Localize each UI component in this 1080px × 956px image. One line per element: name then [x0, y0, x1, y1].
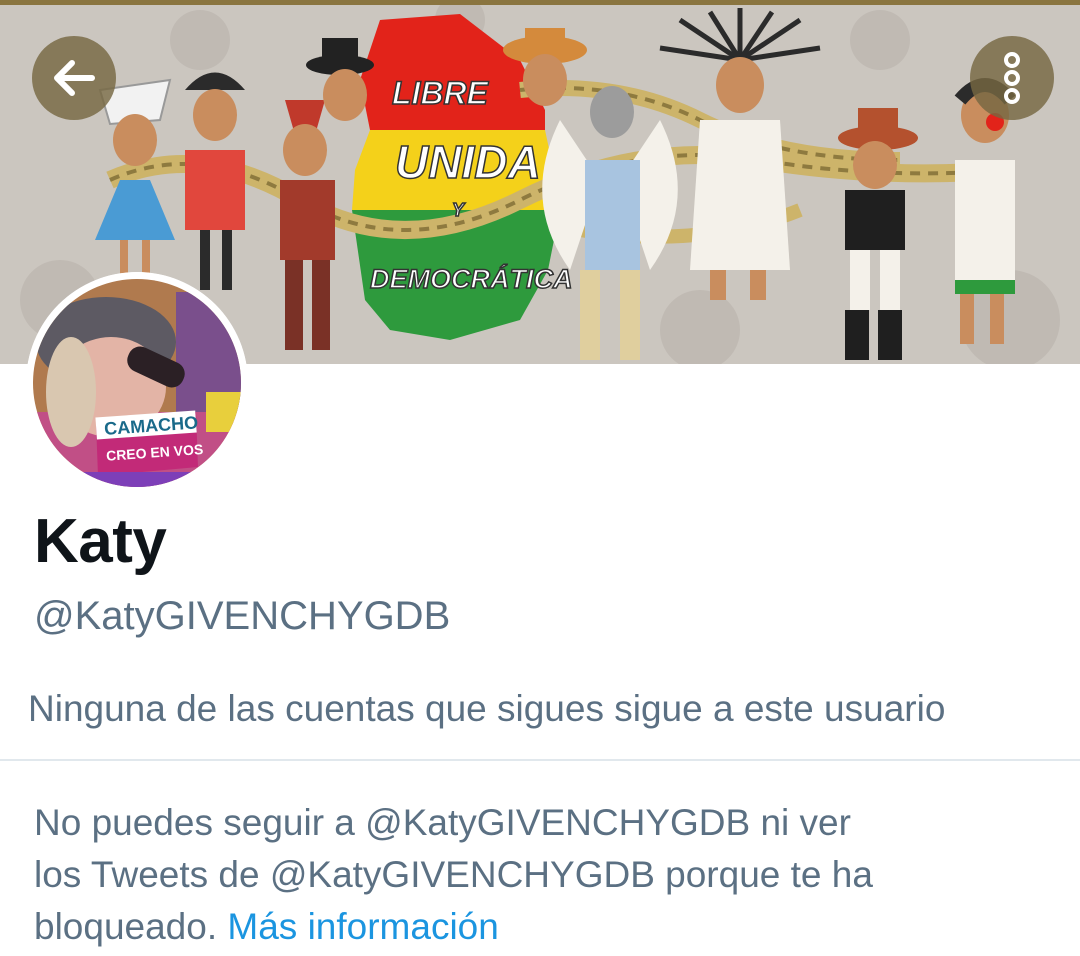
banner-text-democratica: DEMOCRÁTICA — [370, 263, 573, 294]
blocked-notice: No puedes seguir a @KatyGIVENCHYGDB ni v… — [34, 797, 1034, 953]
section-divider — [0, 759, 1080, 761]
back-button[interactable] — [32, 36, 116, 120]
followers-you-know-note: Ninguna de las cuentas que sigues sigue … — [28, 688, 946, 729]
banner-top-strip — [0, 0, 1080, 5]
more-info-link[interactable]: Más información — [227, 906, 498, 947]
profile-name: Katy — [34, 507, 167, 576]
profile-avatar[interactable]: CAMACHO CREO EN VOS — [26, 272, 248, 494]
avatar-photo: CAMACHO CREO EN VOS — [26, 272, 248, 494]
blocked-notice-prefix: bloqueado. — [34, 906, 218, 947]
banner-text-unida: UNIDA — [395, 136, 541, 188]
blocked-notice-line-2: los Tweets de @KatyGIVENCHYGDB porque te… — [34, 854, 873, 895]
banner-text-libre: LIBRE — [392, 75, 490, 111]
more-options-button[interactable] — [970, 36, 1054, 120]
arrow-left-icon — [54, 60, 95, 96]
banner-text-y: Y — [452, 200, 466, 220]
blocked-notice-line-3: bloqueado. Más información — [34, 901, 1034, 953]
profile-handle: @KatyGIVENCHYGDB — [34, 594, 451, 638]
more-vertical-icon — [1004, 52, 1020, 104]
blocked-notice-line-1: No puedes seguir a @KatyGIVENCHYGDB ni v… — [34, 802, 851, 843]
